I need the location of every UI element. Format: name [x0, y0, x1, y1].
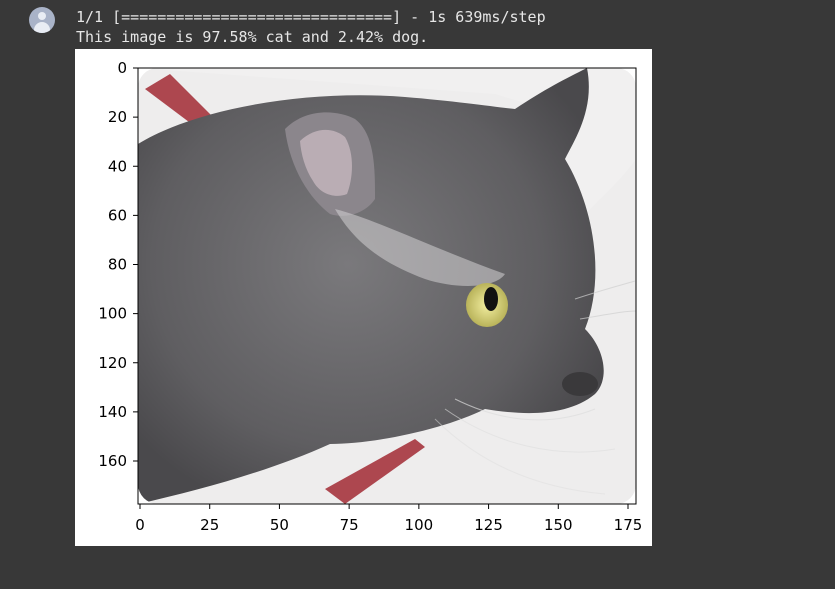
- x-tick-label: 175: [614, 516, 643, 534]
- x-tick-label: 125: [474, 516, 503, 534]
- x-tick-label: 25: [200, 516, 219, 534]
- y-tick-label: 100: [98, 305, 127, 323]
- matplotlib-figure: 0 25 50 75 100 125 150 175 0 20 40 60 80 100 120 140 16…: [75, 49, 652, 546]
- image-plot: 0 25 50 75 100 125 150 175 0 20 40 60 80 100 120 140 16…: [98, 59, 642, 534]
- x-axis: 0 25 50 75 100 125 150 175: [135, 504, 642, 534]
- x-tick-label: 100: [405, 516, 434, 534]
- y-tick-label: 160: [98, 452, 127, 470]
- console-output: 1/1 [==============================] - 1…: [76, 7, 546, 47]
- y-tick-label: 0: [117, 59, 127, 77]
- x-tick-label: 50: [270, 516, 289, 534]
- y-tick-label: 80: [108, 256, 127, 274]
- progress-line: 1/1 [==============================] - 1…: [76, 8, 546, 26]
- y-tick-label: 60: [108, 206, 127, 224]
- x-tick-label: 0: [135, 516, 145, 534]
- x-tick-label: 150: [544, 516, 573, 534]
- x-tick-label: 75: [340, 516, 359, 534]
- y-axis: 0 20 40 60 80 100 120 140 160: [98, 59, 138, 470]
- y-tick-label: 40: [108, 157, 127, 175]
- y-tick-label: 120: [98, 354, 127, 372]
- y-tick-label: 140: [98, 403, 127, 421]
- cat-photo: [138, 68, 636, 504]
- y-tick-label: 20: [108, 108, 127, 126]
- user-avatar-icon: [29, 7, 55, 33]
- output-cell: 1/1 [==============================] - 1…: [0, 0, 835, 589]
- prediction-line: This image is 97.58% cat and 2.42% dog.: [76, 28, 429, 46]
